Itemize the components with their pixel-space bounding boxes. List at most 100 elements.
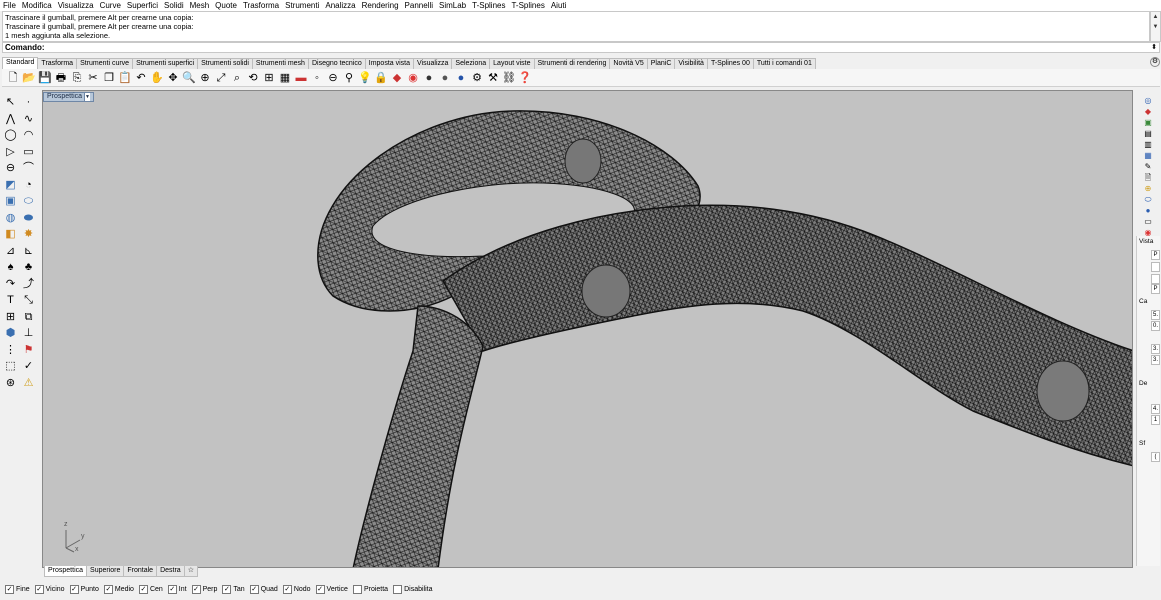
- toolbar-tab[interactable]: Strumenti mesh: [251, 58, 309, 69]
- toolbar-tab-standard[interactable]: Standard: [2, 57, 39, 69]
- libraries-icon[interactable]: ▥: [1143, 140, 1153, 150]
- viewport-layout-icon[interactable]: ⊞: [262, 71, 276, 85]
- grid-array-icon[interactable]: ⋮: [3, 343, 18, 358]
- zoom-extents-icon[interactable]: ⤢: [214, 71, 228, 85]
- toolbar-tab[interactable]: Strumenti superfici: [132, 58, 199, 69]
- osnap-disabilita[interactable]: Disabilita: [393, 584, 432, 594]
- menu-pannelli[interactable]: Pannelli: [405, 1, 433, 10]
- display-icon[interactable]: ▣: [1143, 118, 1153, 128]
- layers-icon[interactable]: ◆: [1143, 107, 1153, 117]
- mesh-arm[interactable]: [442, 204, 1133, 467]
- toolbar-tab[interactable]: Strumenti solidi: [197, 58, 253, 69]
- copy-icon[interactable]: ❐: [102, 71, 116, 85]
- menu-simlab[interactable]: SimLab: [439, 1, 466, 10]
- property-field[interactable]: [1151, 262, 1160, 272]
- property-field[interactable]: P: [1151, 284, 1160, 294]
- cut-icon[interactable]: ✂: [86, 71, 100, 85]
- cylinder-icon[interactable]: ⬭: [21, 194, 36, 209]
- osnap-int[interactable]: ✓ Int: [167, 584, 187, 594]
- open-folder-icon[interactable]: 📂: [22, 71, 36, 85]
- mirror-icon[interactable]: ⧉: [21, 310, 36, 325]
- boolean-icon[interactable]: ◧: [3, 227, 18, 242]
- triangle-icon[interactable]: ▷: [3, 145, 18, 160]
- property-field[interactable]: P: [1151, 250, 1160, 260]
- property-field[interactable]: 0.: [1151, 321, 1160, 331]
- sphere-tool-icon[interactable]: ◍: [3, 211, 18, 226]
- toolbar-tab[interactable]: Seleziona: [451, 58, 491, 69]
- warning-icon[interactable]: ⚠: [21, 376, 36, 391]
- pipe-icon[interactable]: ⬬: [21, 211, 36, 226]
- options-icon[interactable]: ⚙: [470, 71, 484, 85]
- surface-icon[interactable]: ◩: [3, 178, 18, 193]
- osnap-fine[interactable]: ✓ Fine: [5, 584, 30, 594]
- checkbox-icon[interactable]: ✓: [191, 584, 201, 594]
- command-history-spinner-icon[interactable]: ⬍: [1151, 43, 1157, 52]
- viewport-tab-front[interactable]: Frontale: [123, 566, 158, 577]
- help-icon[interactable]: ❓: [518, 71, 532, 85]
- arc-icon[interactable]: ◠: [21, 128, 36, 143]
- osnap-cen[interactable]: ✓ Cen: [138, 584, 163, 594]
- toolbar-tab[interactable]: Strumenti curve: [76, 58, 134, 69]
- viewport-menu-caret-icon[interactable]: ▼: [84, 93, 91, 101]
- point-icon[interactable]: ◦: [310, 71, 324, 85]
- history-scrollbar[interactable]: ▲ ▼: [1150, 11, 1161, 42]
- checkbox-icon[interactable]: ✓: [34, 584, 44, 594]
- property-field[interactable]: 4.: [1151, 404, 1160, 414]
- check-object-icon[interactable]: ⬚: [3, 359, 18, 374]
- environment-panel-icon[interactable]: ●: [1143, 206, 1153, 216]
- toolbar-options-icon[interactable]: ⚙: [1150, 57, 1160, 67]
- fillet-icon[interactable]: ♣: [21, 260, 36, 275]
- dimension-icon[interactable]: ⊥: [21, 326, 36, 341]
- tools-icon[interactable]: ⚒: [486, 71, 500, 85]
- viewport-tab-perspective[interactable]: Prospettica: [44, 566, 88, 577]
- osnap-vertice[interactable]: ✓ Vertice: [315, 584, 348, 594]
- menu-file[interactable]: File: [3, 1, 16, 10]
- materials-icon[interactable]: ▤: [1143, 129, 1153, 139]
- curve-icon[interactable]: ∿: [21, 112, 36, 127]
- osnap-medio[interactable]: ✓ Medio: [103, 584, 134, 594]
- viewport-tab-right[interactable]: Destra: [156, 566, 185, 577]
- menu-mesh[interactable]: Mesh: [190, 1, 210, 10]
- toolbar-tab[interactable]: Strumenti di rendering: [533, 58, 611, 69]
- mesh-leg[interactable]: [352, 305, 484, 568]
- point-tool-icon[interactable]: ·: [21, 95, 36, 110]
- toolbar-tab[interactable]: Trasforma: [37, 58, 78, 69]
- property-field[interactable]: 3.: [1151, 355, 1160, 365]
- toolbar-tab[interactable]: Disegno tecnico: [307, 58, 366, 69]
- split-icon[interactable]: ⊾: [21, 244, 36, 259]
- print-icon[interactable]: 🖶: [54, 71, 68, 85]
- select-arrow-icon[interactable]: ↖: [3, 95, 18, 110]
- ellipse-icon[interactable]: ⊖: [3, 161, 18, 176]
- environment-sphere-icon[interactable]: ●: [454, 71, 468, 85]
- extend-icon[interactable]: ⤴: [21, 277, 36, 292]
- rectangle-icon[interactable]: ▭: [21, 145, 36, 160]
- menu-analizza[interactable]: Analizza: [325, 1, 355, 10]
- property-field[interactable]: 3.: [1151, 344, 1160, 354]
- checkbox-icon[interactable]: [393, 584, 403, 594]
- zoom-window-icon[interactable]: ⊕: [198, 71, 212, 85]
- toolbar-tab[interactable]: Imposta vista: [364, 58, 415, 69]
- scroll-up-icon[interactable]: ▲: [1151, 12, 1160, 22]
- cplane-icon[interactable]: ▬: [294, 71, 308, 85]
- menu-superfici[interactable]: Superfici: [127, 1, 158, 10]
- lock-icon[interactable]: 🔒: [374, 71, 388, 85]
- checkbox-icon[interactable]: ✓: [138, 584, 148, 594]
- render-sphere-icon[interactable]: ●: [422, 71, 436, 85]
- toolbar-tab[interactable]: Visualizza: [413, 58, 453, 69]
- scale-icon[interactable]: ⤡: [21, 293, 36, 308]
- osnap-punto[interactable]: ✓ Punto: [69, 584, 99, 594]
- checkmark-icon[interactable]: ✓: [21, 359, 36, 374]
- menu-curve[interactable]: Curve: [100, 1, 121, 10]
- save-icon[interactable]: 💾: [38, 71, 52, 85]
- property-field[interactable]: (: [1151, 452, 1160, 462]
- toolbar-tab[interactable]: Visibilità: [674, 58, 708, 69]
- osnap-proietta[interactable]: Proietta: [352, 584, 388, 594]
- menu-tsplines-2[interactable]: T-Splines: [511, 1, 544, 10]
- menu-solidi[interactable]: Solidi: [164, 1, 184, 10]
- mesh-tool-icon[interactable]: ⬢: [3, 326, 18, 341]
- analysis-icon[interactable]: ⊛: [3, 376, 18, 391]
- menu-aiuti[interactable]: Aiuti: [551, 1, 567, 10]
- circle-icon[interactable]: ◯: [3, 128, 18, 143]
- toolbar-tab[interactable]: T-Splines 00: [706, 58, 754, 69]
- polyline-icon[interactable]: ⋀: [3, 112, 18, 127]
